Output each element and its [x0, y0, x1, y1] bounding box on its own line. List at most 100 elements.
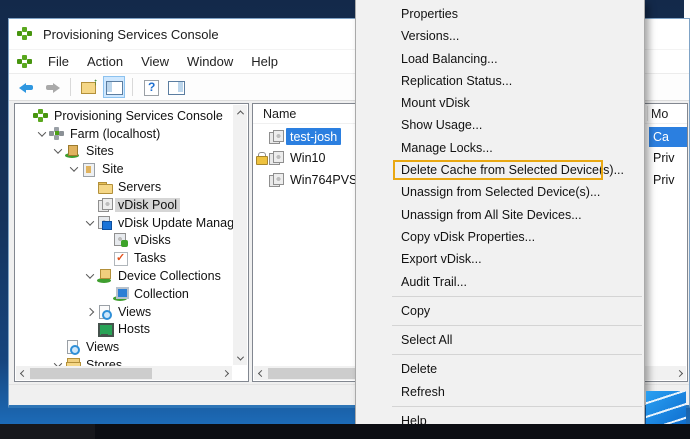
chevron-spacer	[99, 287, 113, 301]
window-title: Provisioning Services Console	[43, 27, 219, 42]
context-menu-item-delete-cache-from-selected-device-s[interactable]: Delete Cache from Selected Device(s)...	[356, 159, 644, 181]
tree-item-site[interactable]: Site	[15, 160, 248, 178]
tree-item-views[interactable]: Views	[15, 303, 248, 321]
chevron-right-icon[interactable]	[83, 305, 97, 319]
tree-item-hosts[interactable]: Hosts	[15, 321, 248, 339]
scrollbar-thumb[interactable]	[268, 368, 358, 379]
help-icon	[143, 80, 159, 94]
context-menu-item-refresh[interactable]: Refresh	[356, 381, 644, 403]
console-tree-pane: Provisioning Services ConsoleFarm (local…	[14, 103, 249, 382]
action-pane-button[interactable]	[165, 76, 187, 98]
context-menu-item-versions[interactable]: Versions...	[356, 25, 644, 47]
tree-item-farm-localhost[interactable]: Farm (localhost)	[15, 125, 248, 143]
tree-item-label: vDisk Update Manage	[115, 216, 244, 230]
chevron-down-icon[interactable]	[67, 162, 81, 176]
vdisk-name: Win10	[286, 150, 329, 167]
tree-item-label: Tasks	[131, 251, 169, 265]
context-menu-item-copy[interactable]: Copy	[356, 300, 644, 322]
context-menu-item-label: Properties	[401, 7, 458, 21]
context-menu-item-audit-trail[interactable]: Audit Trail...	[356, 271, 644, 293]
context-menu-item-show-usage[interactable]: Show Usage...	[356, 114, 644, 136]
tree-item-servers[interactable]: Servers	[15, 178, 248, 196]
context-menu-item-label: Manage Locks...	[401, 141, 493, 155]
tree-item-label: vDisk Pool	[115, 198, 180, 212]
context-menu-item-label: Unassign from Selected Device(s)...	[401, 185, 600, 199]
chevron-down-icon[interactable]	[83, 269, 97, 283]
scrollbar-thumb[interactable]	[30, 368, 152, 379]
context-menu-item-label: Refresh	[401, 385, 445, 399]
context-menu-item-label: Load Balancing...	[401, 52, 498, 66]
chevron-down-icon[interactable]	[35, 127, 49, 141]
menubar-item-help[interactable]: Help	[242, 52, 287, 71]
context-menu-item-manage-locks[interactable]: Manage Locks...	[356, 137, 644, 159]
chevron-down-icon[interactable]	[51, 144, 65, 158]
tree-item-vdisk-update-manage[interactable]: vDisk Update Manage	[15, 214, 248, 232]
column-header-name[interactable]: Name	[263, 107, 296, 121]
menubar-item-view[interactable]: View	[132, 52, 178, 71]
menu-separator	[392, 325, 642, 326]
chevron-down-icon[interactable]	[83, 216, 97, 230]
context-menu-item-label: Show Usage...	[401, 118, 482, 132]
tree-item-vdisk-pool[interactable]: vDisk Pool	[15, 196, 248, 214]
up-one-level-button[interactable]	[78, 76, 100, 98]
menu-separator	[392, 406, 642, 407]
context-menu-item-select-all[interactable]: Select All	[356, 329, 644, 351]
tree-item-device-collections[interactable]: Device Collections	[15, 267, 248, 285]
tree-item-collection[interactable]: Collection	[15, 285, 248, 303]
tree-item-label: Site	[99, 162, 127, 176]
vdisk-icon	[268, 151, 283, 165]
context-menu-item-label: Delete	[401, 362, 437, 376]
tree-horizontal-scrollbar[interactable]	[16, 366, 232, 380]
menu-separator	[392, 296, 642, 297]
scroll-right-icon[interactable]	[218, 366, 232, 380]
context-menu-item-copy-vdisk-properties[interactable]: Copy vDisk Properties...	[356, 226, 644, 248]
tree-item-label: Device Collections	[115, 269, 224, 283]
vdisk-mode: Priv	[649, 170, 687, 190]
context-menu-item-label: Delete Cache from Selected Device(s)...	[401, 163, 624, 177]
scroll-left-icon[interactable]	[254, 366, 268, 380]
tree-item-provisioning-services-console[interactable]: Provisioning Services Console	[15, 107, 248, 125]
menubar-item-file[interactable]: File	[39, 52, 78, 71]
tree-item-tasks[interactable]: Tasks	[15, 249, 248, 267]
context-menu-item-replication-status[interactable]: Replication Status...	[356, 70, 644, 92]
views-icon	[97, 305, 112, 319]
help-button[interactable]	[140, 76, 162, 98]
scroll-right-icon[interactable]	[672, 366, 686, 380]
context-menu-item-load-balancing[interactable]: Load Balancing...	[356, 48, 644, 70]
context-menu-item-unassign-from-all-site-devices[interactable]: Unassign from All Site Devices...	[356, 204, 644, 226]
forward-icon	[44, 80, 60, 94]
menubar-item-action[interactable]: Action	[78, 52, 132, 71]
farm-icon	[49, 127, 64, 141]
context-menu-item-properties[interactable]: Properties	[356, 3, 644, 25]
column-header-mode[interactable]: Mo	[651, 107, 668, 121]
context-menu-item-label: Versions...	[401, 29, 459, 43]
tree-vertical-scrollbar[interactable]	[233, 105, 247, 365]
tree-item-label: Hosts	[115, 322, 153, 336]
forward-button[interactable]	[41, 76, 63, 98]
context-menu-item-unassign-from-selected-device-s[interactable]: Unassign from Selected Device(s)...	[356, 181, 644, 203]
tree-item-sites[interactable]: Sites	[15, 143, 248, 161]
tree-item-views[interactable]: Views	[15, 338, 248, 356]
chevron-spacer	[99, 251, 113, 265]
scroll-down-icon[interactable]	[233, 351, 247, 365]
context-menu-item-label: Unassign from All Site Devices...	[401, 208, 582, 222]
context-menu-item-label: Replication Status...	[401, 74, 512, 88]
scroll-up-icon[interactable]	[233, 105, 247, 119]
tree-item-label: Views	[115, 305, 154, 319]
show-console-tree-button[interactable]	[103, 76, 125, 98]
tree-item-vdisks[interactable]: vDisks	[15, 232, 248, 250]
context-menu-item-mount-vdisk[interactable]: Mount vDisk	[356, 92, 644, 114]
menubar-item-window[interactable]: Window	[178, 52, 242, 71]
lock-spacer	[255, 131, 268, 143]
sites-icon	[65, 144, 80, 158]
back-button[interactable]	[16, 76, 38, 98]
action-pane-icon	[168, 80, 184, 94]
context-menu-item-delete[interactable]: Delete	[356, 358, 644, 380]
vdisk-mode: Ca	[649, 127, 687, 147]
scroll-left-icon[interactable]	[16, 366, 30, 380]
context-menu-item-export-vdisk[interactable]: Export vDisk...	[356, 248, 644, 270]
servers-folder-icon	[97, 180, 112, 194]
vdisk-icon	[268, 130, 283, 144]
lock-icon	[255, 152, 268, 164]
taskbar[interactable]	[0, 424, 690, 439]
